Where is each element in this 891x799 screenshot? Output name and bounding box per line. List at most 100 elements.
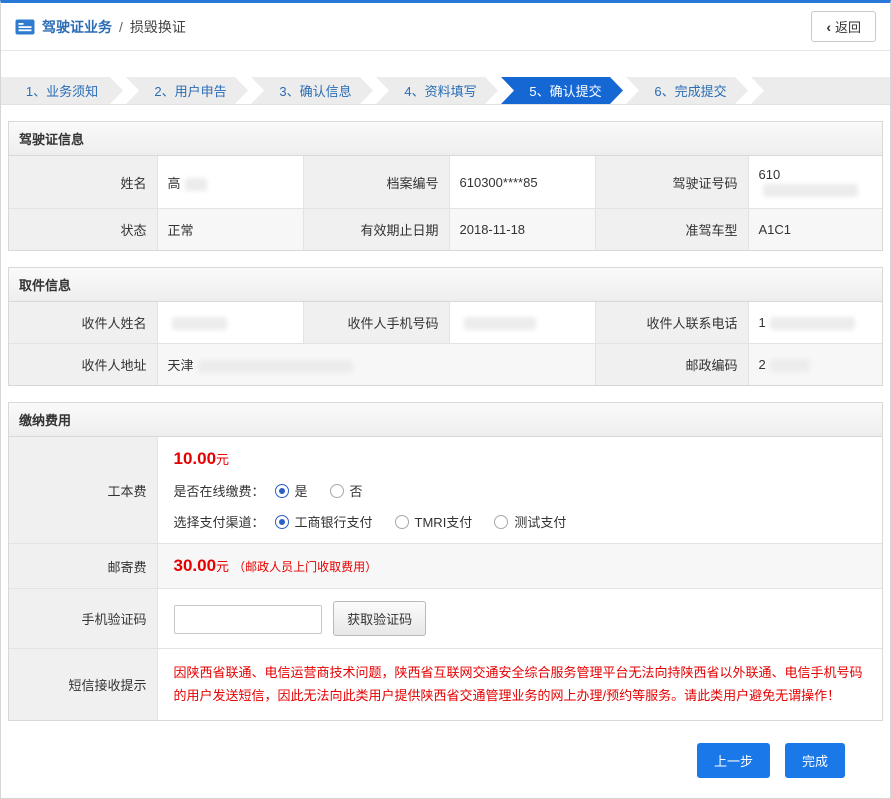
field-label: 收件人联系电话 xyxy=(595,302,748,344)
field-label: 收件人手机号码 xyxy=(303,302,449,344)
amount-unit: 元 xyxy=(216,559,229,574)
radio-unchecked-icon xyxy=(395,515,409,529)
table-row: 短信接收提示 因陕西省联通、电信运营商技术问题，陕西省互联网交通安全综合服务管理… xyxy=(9,649,882,720)
field-value: 天津 xyxy=(157,344,595,386)
license-info-table: 姓名 高 档案编号 610300****85 驾驶证号码 610 状态 正常 有… xyxy=(9,156,882,250)
table-row: 邮寄费 30.00元（邮政人员上门收取费用） xyxy=(9,544,882,589)
field-label: 档案编号 xyxy=(303,156,449,209)
field-value: 1 xyxy=(748,302,882,344)
redacted-text xyxy=(198,360,353,373)
section-title: 缴纳费用 xyxy=(9,403,882,437)
page: 驾驶证业务 / 损毁换证 ‹ 返回 1、业务须知 2、用户申告 3、确认信息 4… xyxy=(0,0,891,799)
field-value: 2 xyxy=(748,344,882,386)
footer-actions: 上一步 完成 xyxy=(1,743,845,798)
field-value: 正常 xyxy=(157,209,303,251)
step-nav-filler xyxy=(751,77,890,104)
radio-channel-tmri[interactable]: TMRI支付 xyxy=(395,512,473,531)
section-title: 取件信息 xyxy=(9,268,882,302)
base-fee-amount: 10.00元 xyxy=(174,449,867,469)
chevron-left-icon: ‹ xyxy=(826,20,831,34)
table-row: 收件人地址 天津 邮政编码 2 xyxy=(9,344,882,386)
field-text: 610300****85 xyxy=(460,175,538,190)
radio-channel-test[interactable]: 测试支付 xyxy=(494,512,566,531)
redacted-text xyxy=(770,317,855,330)
get-captcha-button[interactable]: 获取验证码 xyxy=(333,601,426,636)
radio-label: TMRI支付 xyxy=(415,512,473,531)
field-value xyxy=(157,302,303,344)
radio-label: 工商银行支付 xyxy=(295,512,373,531)
license-info-section: 驾驶证信息 姓名 高 档案编号 610300****85 驾驶证号码 610 状… xyxy=(8,121,883,251)
license-business-icon xyxy=(15,19,35,35)
field-text: 正常 xyxy=(168,223,194,238)
field-label: 邮政编码 xyxy=(595,344,748,386)
field-text: 高 xyxy=(168,176,181,191)
field-label: 邮寄费 xyxy=(9,544,157,589)
table-row: 姓名 高 档案编号 610300****85 驾驶证号码 610 xyxy=(9,156,882,209)
field-text: 2 xyxy=(759,357,766,372)
field-text: 天津 xyxy=(168,358,194,373)
step-label: 2、用户申告 xyxy=(154,81,226,100)
breadcrumb-separator: / xyxy=(119,19,123,35)
field-value: 610 xyxy=(748,156,882,209)
step-2-user-declaration[interactable]: 2、用户申告 xyxy=(126,77,248,104)
field-value: 高 xyxy=(157,156,303,209)
breadcrumb-root[interactable]: 驾驶证业务 xyxy=(42,17,112,37)
step-6-complete-submit[interactable]: 6、完成提交 xyxy=(626,77,748,104)
field-value: 610300****85 xyxy=(449,156,595,209)
sms-tip-text: 因陕西省联通、电信运营商技术问题，陕西省互联网交通安全综合服务管理平台无法向持陕… xyxy=(174,661,867,708)
redacted-text xyxy=(172,317,227,330)
step-4-fill-data[interactable]: 4、资料填写 xyxy=(376,77,498,104)
fees-table: 工本费 10.00元 是否在线缴费： 是 否 xyxy=(9,437,882,720)
redacted-text xyxy=(185,178,207,191)
field-label: 准驾车型 xyxy=(595,209,748,251)
postage-fee-cell: 30.00元（邮政人员上门收取费用） xyxy=(157,544,882,589)
amount-text: 10.00 xyxy=(174,449,217,468)
field-label: 短信接收提示 xyxy=(9,649,157,720)
step-label: 6、完成提交 xyxy=(654,81,726,100)
field-label: 收件人地址 xyxy=(9,344,157,386)
pickup-info-section: 取件信息 收件人姓名 收件人手机号码 收件人联系电话 1 收件人地址 天津 邮政… xyxy=(8,267,883,386)
field-text: 1 xyxy=(759,315,766,330)
field-label: 手机验证码 xyxy=(9,589,157,649)
step-label: 5、确认提交 xyxy=(529,81,601,100)
online-pay-label: 是否在线缴费： xyxy=(174,481,265,500)
step-label: 3、确认信息 xyxy=(279,81,351,100)
back-button-label: 返回 xyxy=(835,17,861,36)
field-label: 状态 xyxy=(9,209,157,251)
captcha-input[interactable] xyxy=(174,605,322,634)
step-1-business-notice[interactable]: 1、业务须知 xyxy=(1,77,123,104)
radio-online-no[interactable]: 否 xyxy=(330,481,363,500)
step-5-confirm-submit[interactable]: 5、确认提交 xyxy=(501,77,623,104)
redacted-text xyxy=(763,184,858,197)
step-nav: 1、业务须知 2、用户申告 3、确认信息 4、资料填写 5、确认提交 6、完成提… xyxy=(1,77,890,105)
finish-button[interactable]: 完成 xyxy=(785,743,845,778)
breadcrumb-current: 损毁换证 xyxy=(130,17,186,37)
radio-label: 是 xyxy=(295,481,308,500)
base-fee-cell: 10.00元 是否在线缴费： 是 否 选择支 xyxy=(157,437,882,544)
pay-channel-label: 选择支付渠道： xyxy=(174,512,265,531)
radio-label: 否 xyxy=(350,481,363,500)
back-button[interactable]: ‹ 返回 xyxy=(811,11,876,42)
radio-online-yes[interactable]: 是 xyxy=(275,481,308,500)
fees-section: 缴纳费用 工本费 10.00元 是否在线缴费： 是 xyxy=(8,402,883,721)
field-label: 驾驶证号码 xyxy=(595,156,748,209)
field-label: 工本费 xyxy=(9,437,157,544)
table-row: 手机验证码 获取验证码 xyxy=(9,589,882,649)
table-row: 工本费 10.00元 是否在线缴费： 是 否 xyxy=(9,437,882,544)
step-label: 1、业务须知 xyxy=(26,81,98,100)
radio-unchecked-icon xyxy=(330,484,344,498)
radio-channel-icbc[interactable]: 工商银行支付 xyxy=(275,512,373,531)
section-title: 驾驶证信息 xyxy=(9,122,882,156)
captcha-cell: 获取验证码 xyxy=(157,589,882,649)
amount-unit: 元 xyxy=(216,452,229,467)
pay-channel-row: 选择支付渠道： 工商银行支付 TMRI支付 测试支付 xyxy=(174,512,867,531)
step-3-confirm-info[interactable]: 3、确认信息 xyxy=(251,77,373,104)
radio-label: 测试支付 xyxy=(514,512,566,531)
redacted-text xyxy=(464,317,536,330)
prev-step-button[interactable]: 上一步 xyxy=(697,743,770,778)
radio-checked-icon xyxy=(275,484,289,498)
redacted-text xyxy=(770,359,810,372)
table-row: 状态 正常 有效期止日期 2018-11-18 准驾车型 A1C1 xyxy=(9,209,882,251)
header: 驾驶证业务 / 损毁换证 ‹ 返回 xyxy=(1,3,890,51)
online-pay-row: 是否在线缴费： 是 否 xyxy=(174,481,867,500)
